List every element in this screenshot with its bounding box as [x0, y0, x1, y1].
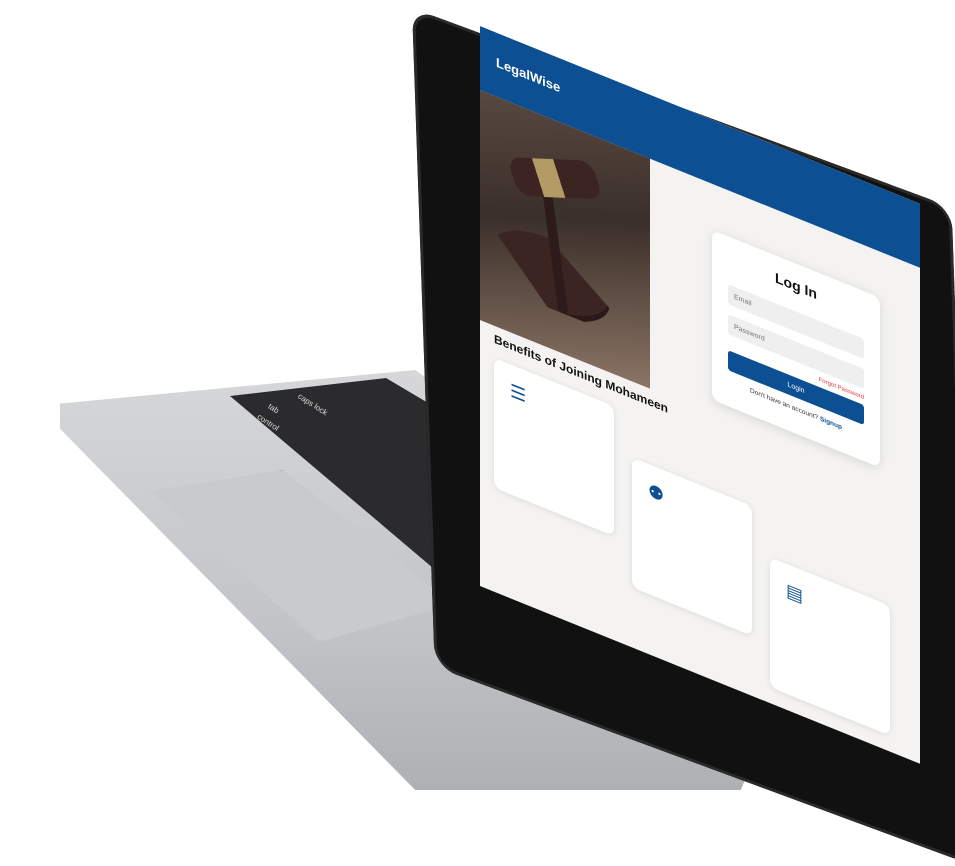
signup-link[interactable]: Signup [820, 415, 842, 431]
benefit-card: ⚉ [632, 457, 752, 636]
podium-icon: ▤ [786, 579, 804, 607]
group-icon: ⚉ [648, 479, 665, 507]
gavel-head [506, 157, 604, 200]
brand-logo[interactable]: LegalWise [496, 54, 560, 95]
login-card: Log In Forgot Password Login Don't have … [712, 229, 880, 468]
laptop-mockup: command option shift return delete caps … [0, 0, 955, 866]
benefit-card: ▤ [770, 557, 890, 736]
sliders-icon: ☰ [510, 380, 527, 407]
